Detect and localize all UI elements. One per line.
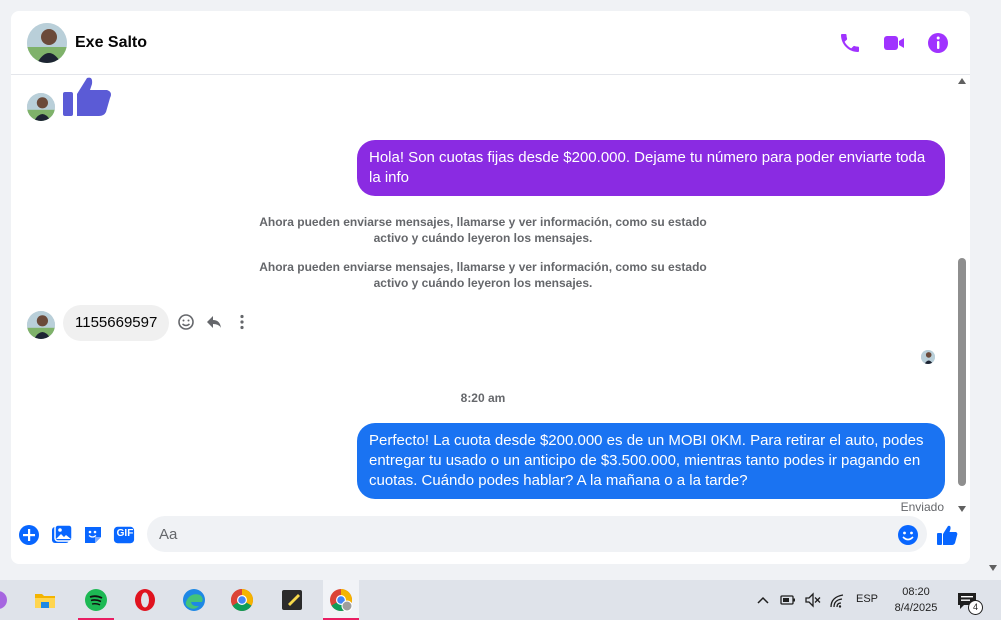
plus-icon[interactable] xyxy=(18,524,40,546)
page-scroll-down-arrow[interactable] xyxy=(989,565,997,571)
avatar-photo xyxy=(27,93,55,121)
reply-icon[interactable] xyxy=(205,313,223,331)
like-sticker-icon xyxy=(61,76,113,118)
clock-time: 08:20 xyxy=(902,586,930,598)
edge-icon[interactable] xyxy=(176,580,212,620)
like-icon[interactable] xyxy=(936,524,958,546)
chrome-profile-icon[interactable] xyxy=(323,580,359,620)
react-emoji-icon[interactable] xyxy=(177,313,195,331)
avatar[interactable] xyxy=(27,93,55,121)
chat-header: Exe Salto xyxy=(11,11,970,75)
gif-label: GIF xyxy=(116,528,134,539)
video-icon[interactable] xyxy=(882,31,906,55)
clock-date: 8/4/2025 xyxy=(894,602,938,614)
image-icon[interactable] xyxy=(51,524,73,546)
scroll-down-arrow[interactable] xyxy=(958,506,966,512)
composer: GIF xyxy=(11,514,970,558)
incoming-message[interactable]: 1155669597 xyxy=(63,305,170,341)
system-notice: Ahora pueden enviarse mensajes, llamarse… xyxy=(259,260,707,290)
phone-icon[interactable] xyxy=(838,31,862,55)
contact-name[interactable]: Exe Salto xyxy=(75,34,147,52)
message-list: Hola! Son cuotas fijas desde $200.000. D… xyxy=(11,76,954,514)
scroll-up-arrow[interactable] xyxy=(958,78,966,84)
system-notice: Ahora pueden enviarse mensajes, llamarse… xyxy=(259,215,707,245)
opera-icon[interactable] xyxy=(127,580,163,620)
notification-badge: 4 xyxy=(968,600,983,615)
sticky-notes-icon[interactable] xyxy=(274,580,310,620)
chevron-up-icon[interactable] xyxy=(754,591,772,609)
avatar[interactable] xyxy=(27,23,67,63)
outgoing-message[interactable]: Hola! Son cuotas fijas desde $200.000. D… xyxy=(357,140,945,196)
spotify-icon[interactable] xyxy=(78,580,114,620)
outgoing-message[interactable]: Perfecto! La cuota desde $200.000 es de … xyxy=(357,423,945,499)
language-indicator[interactable]: ESP xyxy=(856,593,878,605)
file-explorer-icon[interactable] xyxy=(27,580,63,620)
message-input[interactable] xyxy=(147,516,927,552)
more-options-icon[interactable] xyxy=(233,313,251,331)
avatar-photo xyxy=(27,311,55,339)
chrome-icon[interactable] xyxy=(224,580,260,620)
partial-app-icon[interactable] xyxy=(0,580,10,620)
avatar-photo xyxy=(27,23,67,63)
gif-icon[interactable]: GIF xyxy=(113,524,137,546)
emoji-icon[interactable] xyxy=(897,524,919,546)
avatar[interactable] xyxy=(27,311,55,339)
sent-status: Enviado xyxy=(900,500,944,514)
scroll-thumb[interactable] xyxy=(958,258,966,486)
scrollbar[interactable] xyxy=(954,76,970,512)
taskbar: ESP 08:20 8/4/2025 4 xyxy=(0,580,1001,620)
clock[interactable]: 08:20 8/4/2025 xyxy=(886,584,946,616)
system-tray xyxy=(754,580,847,620)
wifi-icon[interactable] xyxy=(829,591,847,609)
sticker-icon[interactable] xyxy=(82,524,104,546)
battery-icon[interactable] xyxy=(779,591,797,609)
info-icon[interactable] xyxy=(926,31,950,55)
seen-avatar xyxy=(921,350,935,364)
chat-window: Exe Salto Hola! Son cuotas fijas desde $… xyxy=(11,11,970,564)
speaker-muted-icon[interactable] xyxy=(804,591,822,609)
timestamp: 8:20 am xyxy=(460,391,506,405)
message-actions xyxy=(177,312,251,332)
